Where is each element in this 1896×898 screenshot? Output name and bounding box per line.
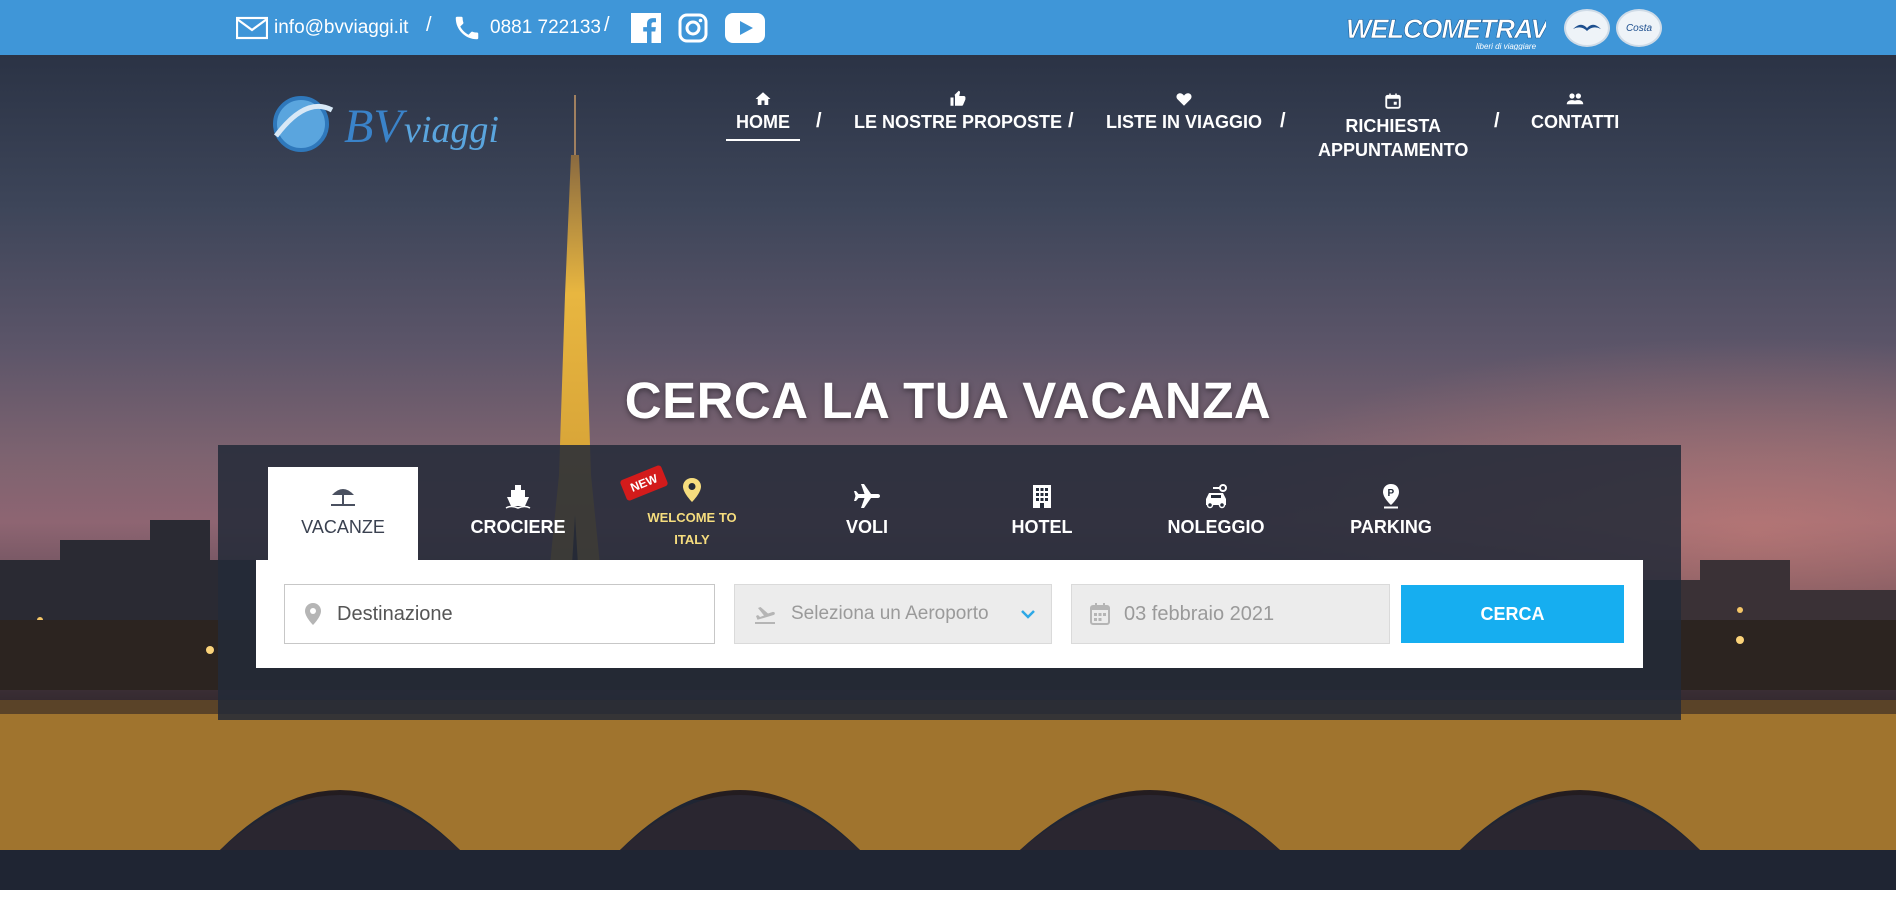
welcometravel-logo: WELCOMETRAVEL liberi di viaggiare [1346,14,1546,50]
youtube-icon [725,13,765,43]
tab-hotel-label: HOTEL [1011,517,1073,537]
nav-liste[interactable]: LISTE IN VIAGGIO [1106,90,1262,133]
phone-text: 0881 722133 [490,16,601,38]
calendar-icon [1090,603,1110,625]
tab-vacanze-label: VACANZE [301,517,385,537]
departure-plane-icon [755,607,775,624]
chevron-down-icon [1021,610,1035,619]
people-icon [1566,93,1584,105]
airport-select[interactable]: Seleziona un Aeroporto [734,584,1052,644]
nav-separator: / [1068,110,1074,132]
svg-text:P: P [1388,488,1395,499]
date-value: 03 febbraio 2021 [1124,602,1275,625]
nav-home[interactable]: HOME [726,90,800,141]
tab-voli-label: VOLI [845,517,888,537]
thumbs-up-icon [950,90,966,106]
tab-welcome-italy-line1: WELCOME TO [647,510,737,525]
location-pin-icon [305,603,321,625]
tab-voli[interactable]: VOLI [792,467,942,561]
logo-viaggi: viaggi [404,109,499,151]
nav-liste-label: LISTE IN VIAGGIO [1106,112,1263,132]
airplane-icon [854,484,880,508]
home-icon [755,92,771,105]
nav-home-label: HOME [736,112,790,132]
svg-text:liberi di viaggiare: liberi di viaggiare [1476,42,1537,50]
nav-active-indicator [726,139,800,141]
facebook-link[interactable] [630,12,662,44]
costa-text: Costa [1625,22,1653,34]
tab-noleggio[interactable]: NOLEGGIO [1141,467,1291,561]
costa-badge: Costa [1616,9,1662,47]
tab-vacanze[interactable]: VACANZE [268,467,418,561]
logo-bv: BV [344,100,407,153]
tab-crociere[interactable]: CROCIERE [443,467,593,561]
destination-input[interactable]: Destinazione [284,584,715,644]
partner-badge [1564,9,1610,47]
email-text: info@bvviaggi.it [274,16,409,38]
nav-contatti[interactable]: CONTATTI [1531,90,1619,133]
bird-logo-icon [1573,24,1601,31]
nav-appuntamento-line1: RICHIESTA [1345,116,1441,136]
calendar-icon [1385,93,1401,109]
nav-appuntamento[interactable]: RICHIESTA APPUNTAMENTO [1318,92,1468,162]
nav-contatti-label: CONTATTI [1531,112,1620,132]
svg-text:WELCOMETRAVEL: WELCOMETRAVEL [1346,14,1546,44]
envelope-icon [236,16,268,39]
nav-separator: / [1280,110,1286,132]
youtube-link[interactable] [724,12,766,44]
nav-appuntamento-line2: APPUNTAMENTO [1318,140,1469,160]
car-rental-icon [1206,484,1227,509]
instagram-icon [678,13,708,43]
nav-separator: / [816,110,822,132]
tab-hotel[interactable]: HOTEL [967,467,1117,561]
building-icon [1033,485,1051,508]
facebook-icon [631,13,661,43]
map-pin-icon [683,478,701,502]
tab-parking[interactable]: P PARKING [1316,467,1466,561]
phone-link[interactable]: 0881 722133 [452,0,601,55]
search-button[interactable]: CERCA [1401,585,1624,643]
nav-proposte-label: LE NOSTRE PROPOSTE [854,112,1063,132]
ship-icon [505,485,531,509]
topbar-separator: / [426,14,432,36]
tab-welcome-italy-line2: ITALY [674,532,710,547]
destination-placeholder: Destinazione [337,602,453,625]
date-input[interactable]: 03 febbraio 2021 [1071,584,1390,644]
instagram-link[interactable] [677,12,709,44]
beach-umbrella-icon [331,489,355,506]
tab-parking-label: PARKING [1350,517,1432,537]
heart-icon [1176,93,1192,106]
email-link[interactable]: info@bvviaggi.it [236,0,408,55]
tab-noleggio-label: NOLEGGIO [1167,517,1265,537]
phone-icon [455,16,479,39]
topbar-separator: / [604,14,610,36]
tab-crociere-label: CROCIERE [470,517,566,537]
top-bar: info@bvviaggi.it / 0881 722133 / WELCOME… [0,0,1896,55]
nav-proposte[interactable]: LE NOSTRE PROPOSTE [854,90,1062,133]
airport-placeholder: Seleziona un Aeroporto [791,603,989,624]
parking-pin-icon: P [1383,484,1399,509]
bvviaggi-logo: BV viaggi [273,96,499,153]
hero-headline: CERCA LA TUA VACANZA [624,372,1272,429]
nav-separator: / [1494,110,1500,132]
search-form: Destinazione Seleziona un Aeroporto 03 f… [256,560,1643,668]
